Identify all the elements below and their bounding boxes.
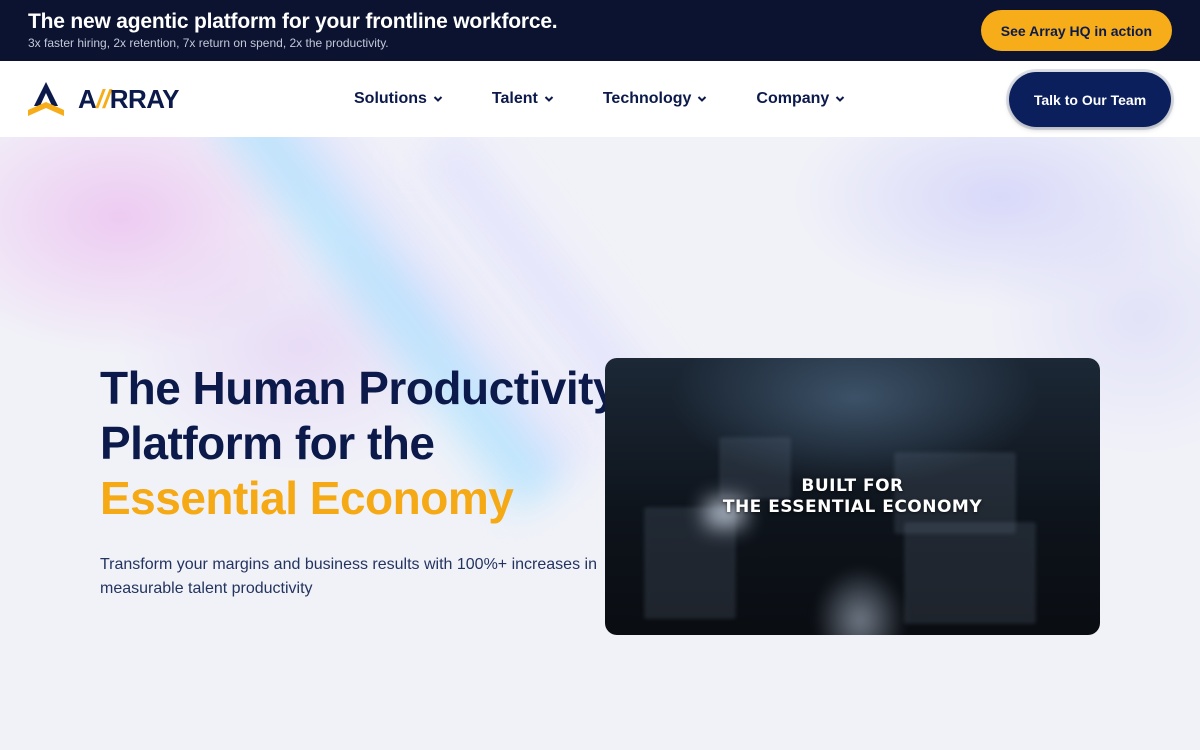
nav-item-company[interactable]: Company xyxy=(756,90,845,108)
logo-wordmark: A//RRAY xyxy=(78,83,180,115)
hero-section: The Human Productivity Platform for the … xyxy=(0,137,1200,750)
main-nav: A//RRAY Solutions Talent Technology Comp… xyxy=(0,61,1200,137)
logo-slashes: // xyxy=(96,83,110,114)
hero-subtitle: Transform your margins and business resu… xyxy=(100,556,597,597)
see-array-hq-button[interactable]: See Array HQ in action xyxy=(980,10,1172,51)
announcement-bar: The new agentic platform for your frontl… xyxy=(0,0,1200,61)
nav-item-label: Technology xyxy=(602,90,692,107)
nav-item-solutions[interactable]: Solutions xyxy=(354,90,443,108)
announcement-subtext: 3x faster hiring, 2x retention, 7x retur… xyxy=(28,36,389,50)
nav-item-talent[interactable]: Talent xyxy=(492,90,554,108)
video-caption: BUILT FOR THE ESSENTIAL ECONOMY xyxy=(605,476,1100,518)
hero-title: The Human Productivity Platform for the … xyxy=(100,361,620,526)
hero-title-line: Platform for the xyxy=(100,417,435,469)
chevron-down-icon xyxy=(433,96,443,102)
video-floor-light xyxy=(805,508,915,635)
chevron-down-icon xyxy=(836,96,845,102)
video-scene-shape xyxy=(905,523,1035,623)
hero-video[interactable]: BUILT FOR THE ESSENTIAL ECONOMY xyxy=(605,358,1100,635)
logo-letter: A xyxy=(78,83,97,114)
hero-title-accent: Essential Economy xyxy=(100,472,514,524)
video-caption-line: BUILT FOR xyxy=(801,476,904,496)
video-caption-line: THE ESSENTIAL ECONOMY xyxy=(722,497,983,517)
hero-title-line: The Human Productivity xyxy=(100,362,619,414)
nav-item-label: Solutions xyxy=(354,90,427,107)
nav-item-label: Talent xyxy=(491,90,538,107)
chevron-down-icon xyxy=(698,96,707,102)
nav-menu: Solutions Talent Technology Company xyxy=(354,90,845,108)
talk-to-team-button[interactable]: Talk to Our Team xyxy=(1009,72,1171,127)
array-logo-icon xyxy=(28,82,64,116)
nav-item-label: Company xyxy=(756,90,830,107)
announcement-texts: The new agentic platform for your frontl… xyxy=(28,10,558,51)
chevron-down-icon xyxy=(544,96,554,102)
logo[interactable]: A//RRAY xyxy=(28,80,328,118)
logo-letters: RRAY xyxy=(109,83,180,114)
nav-item-technology[interactable]: Technology xyxy=(603,90,708,108)
announcement-headline: The new agentic platform for your frontl… xyxy=(28,10,558,33)
